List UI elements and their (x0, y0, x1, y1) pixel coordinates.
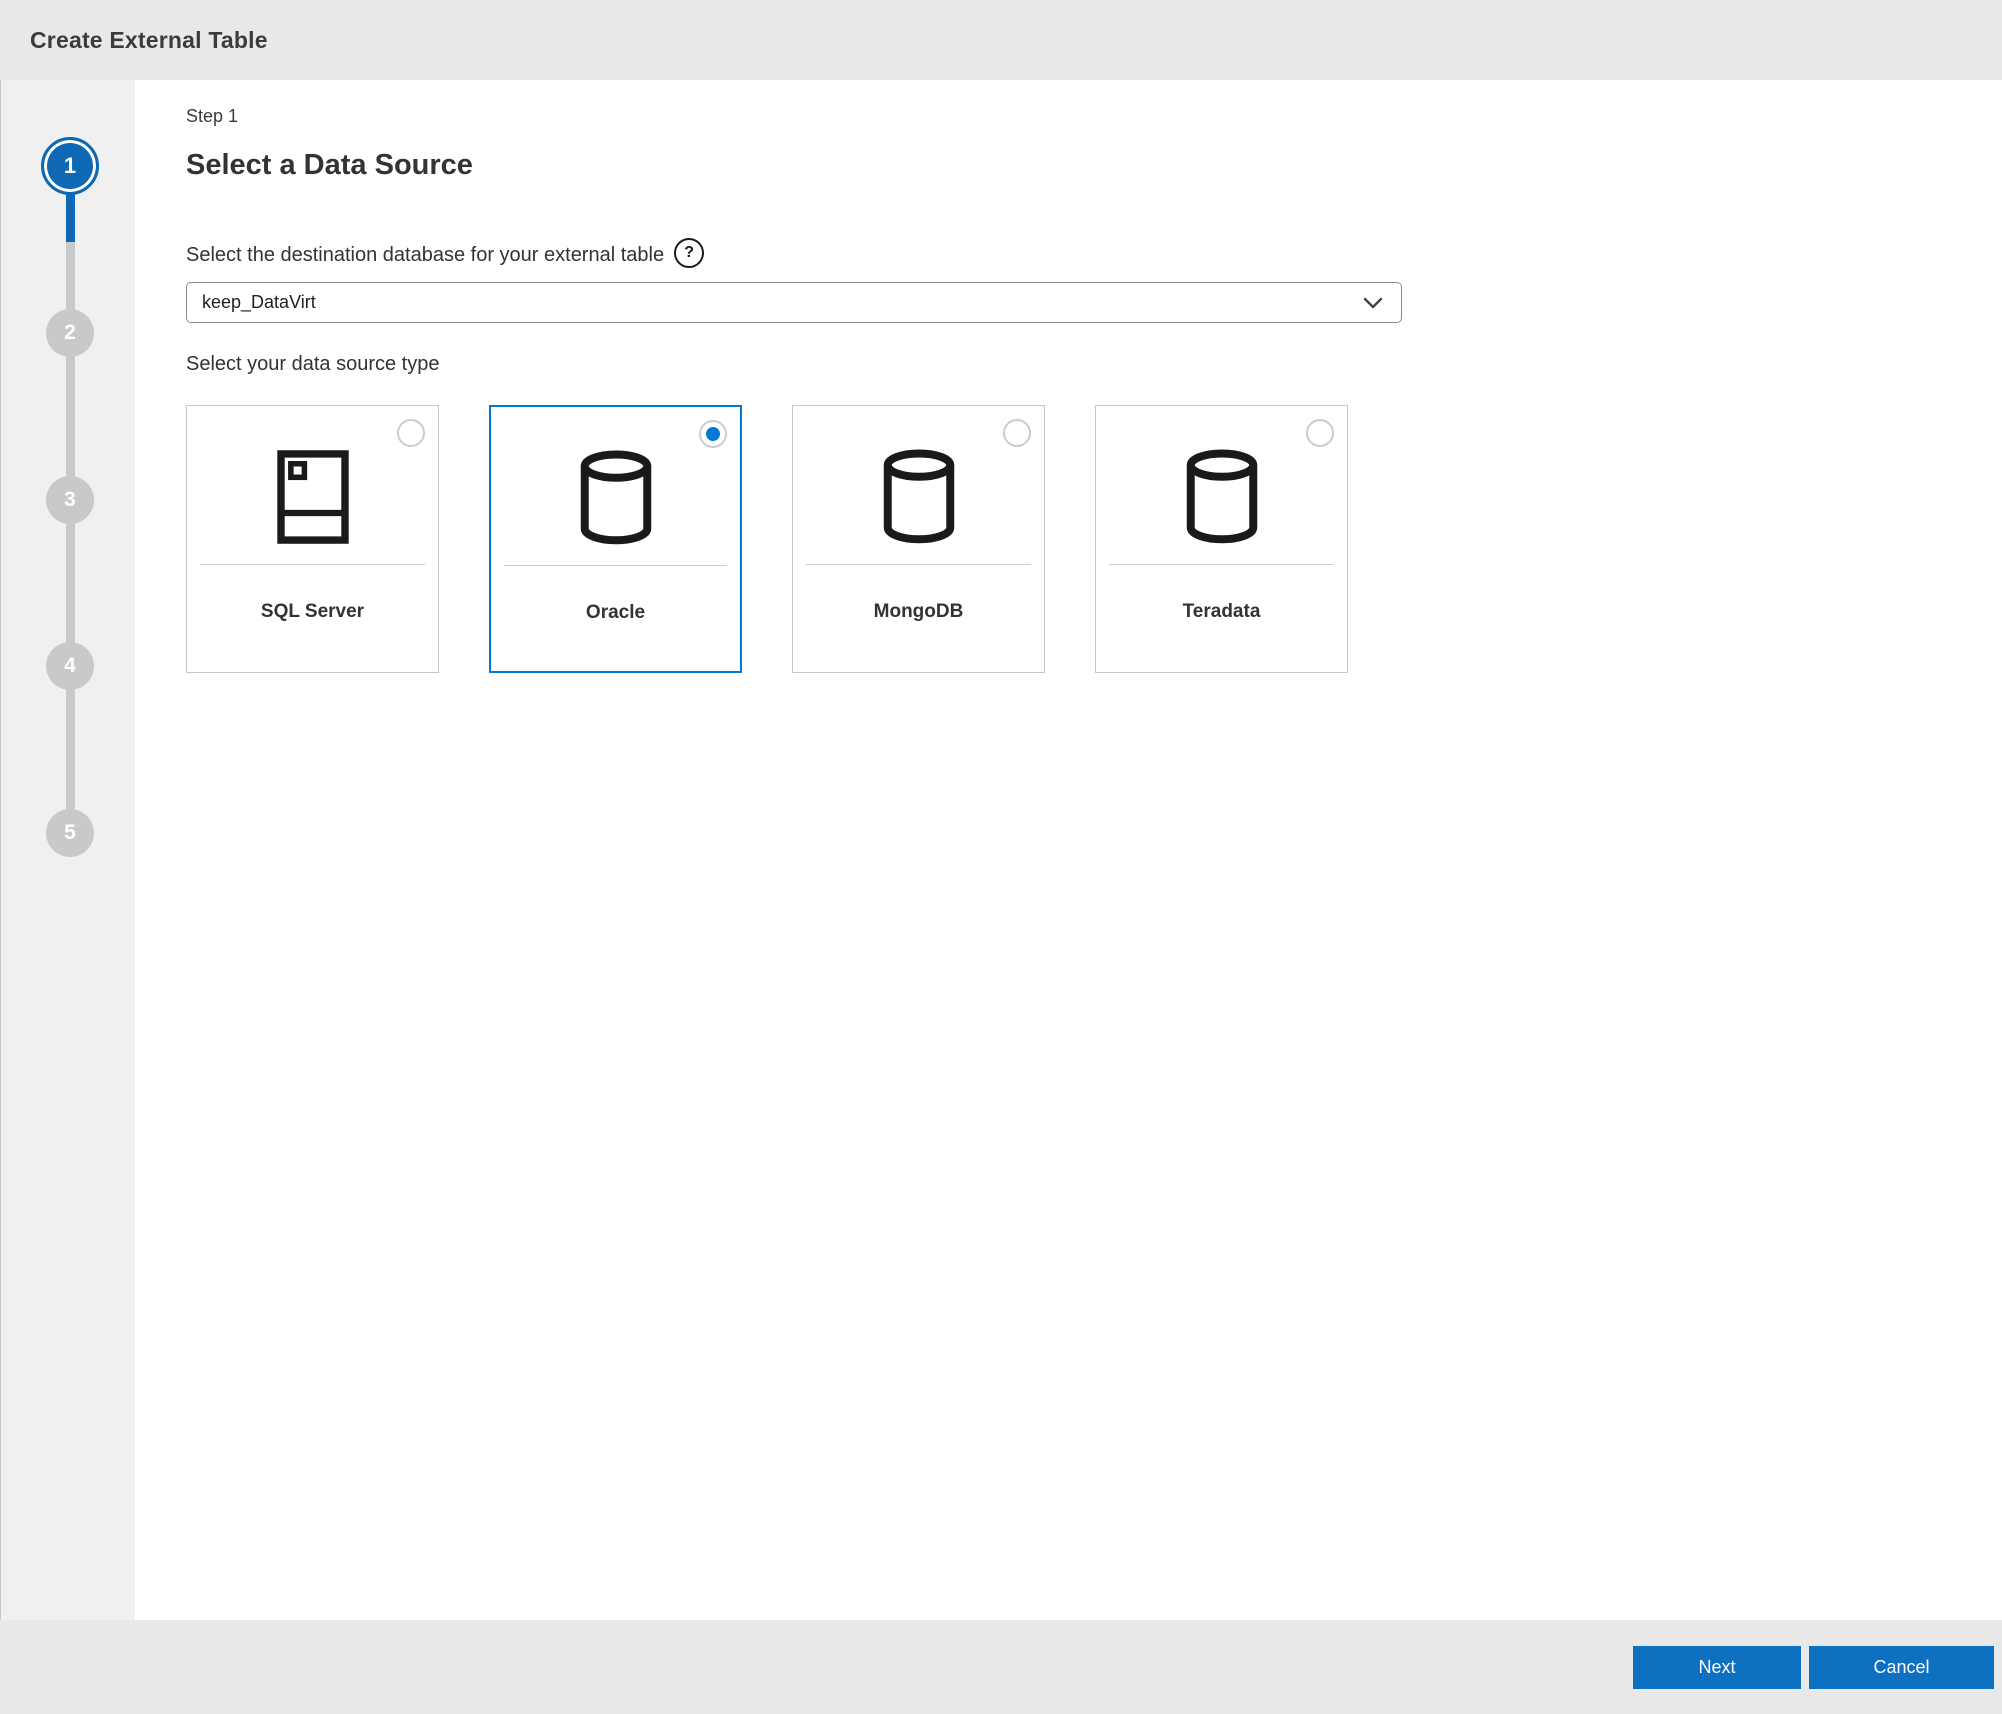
destination-database-dropdown[interactable]: keep_DataVirt (186, 282, 1402, 323)
sql-server-icon (276, 449, 350, 545)
next-button[interactable]: Next (1633, 1646, 1801, 1689)
page-title: Select a Data Source (186, 149, 2002, 182)
data-source-name: MongoDB (793, 601, 1044, 623)
step-indicator-4[interactable]: 4 (46, 642, 94, 690)
step-indicator-2[interactable]: 2 (46, 309, 94, 357)
database-icon (1184, 449, 1260, 545)
data-source-name: Teradata (1096, 601, 1347, 623)
help-icon[interactable]: ? (674, 238, 704, 268)
source-type-label: Select your data source type (186, 353, 2002, 376)
create-external-table-dialog: Create External Table 1 2 3 4 5 Step 1 Selec… (0, 0, 2002, 1714)
step-indicator-3[interactable]: 3 (46, 476, 94, 524)
dialog-header: Create External Table (0, 0, 2002, 80)
step-indicator-1[interactable]: 1 (41, 137, 99, 195)
database-icon (578, 450, 654, 546)
wizard-steps-sidebar: 1 2 3 4 5 (0, 80, 135, 1620)
radio-button-icon[interactable] (1306, 419, 1334, 447)
data-source-cards: SQL Server Oracle MongoDB (186, 405, 2002, 673)
destination-database-label: Select the destination database for your… (186, 244, 2002, 268)
data-source-name: SQL Server (187, 601, 438, 623)
step-indicator-5[interactable]: 5 (46, 809, 94, 857)
radio-button-icon[interactable] (699, 420, 727, 448)
step-progress-segment (66, 194, 75, 242)
radio-button-icon[interactable] (397, 419, 425, 447)
destination-database-value: keep_DataVirt (202, 292, 1363, 313)
data-source-card-sql-server[interactable]: SQL Server (186, 405, 439, 673)
chevron-down-icon (1363, 297, 1383, 309)
radio-button-icon[interactable] (1003, 419, 1031, 447)
data-source-card-teradata[interactable]: Teradata (1095, 405, 1348, 673)
wizard-page: Step 1 Select a Data Source Select the d… (135, 80, 2002, 1620)
database-icon (881, 449, 957, 545)
data-source-card-oracle[interactable]: Oracle (489, 405, 742, 673)
cancel-button[interactable]: Cancel (1809, 1646, 1994, 1689)
step-label: Step 1 (186, 106, 2002, 127)
dialog-title: Create External Table (30, 27, 268, 54)
data-source-card-mongodb[interactable]: MongoDB (792, 405, 1045, 673)
dialog-footer: Next Cancel (0, 1620, 2002, 1714)
data-source-name: Oracle (491, 602, 740, 624)
